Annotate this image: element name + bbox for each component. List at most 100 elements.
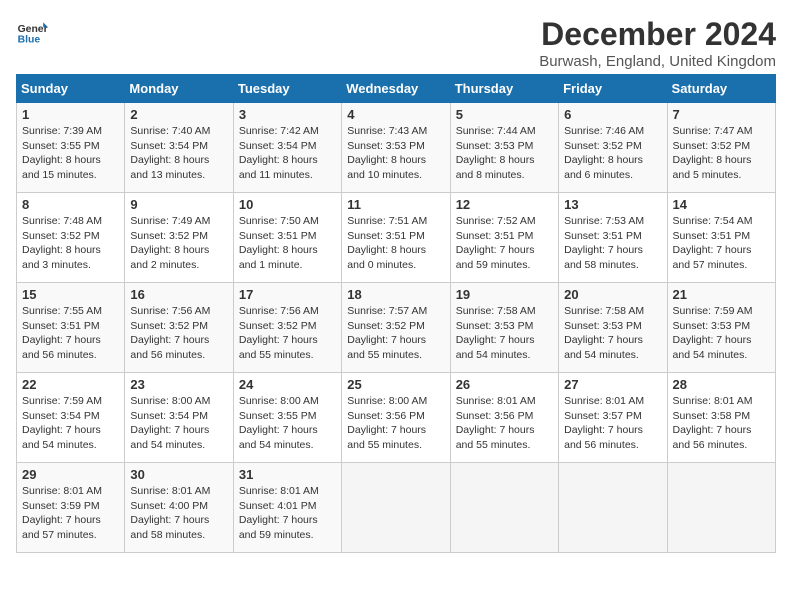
day-info: Sunrise: 7:54 AMSunset: 3:51 PMDaylight:… — [673, 214, 770, 273]
day-number: 23 — [130, 377, 227, 392]
col-friday: Friday — [559, 75, 667, 103]
col-tuesday: Tuesday — [233, 75, 341, 103]
svg-text:Blue: Blue — [18, 34, 41, 45]
day-number: 17 — [239, 287, 336, 302]
day-number: 24 — [239, 377, 336, 392]
day-number: 9 — [130, 197, 227, 212]
day-info: Sunrise: 8:01 AMSunset: 3:59 PMDaylight:… — [22, 484, 119, 543]
day-info: Sunrise: 7:48 AMSunset: 3:52 PMDaylight:… — [22, 214, 119, 273]
day-info: Sunrise: 7:55 AMSunset: 3:51 PMDaylight:… — [22, 304, 119, 363]
table-row: 9 Sunrise: 7:49 AMSunset: 3:52 PMDaylight… — [125, 193, 233, 283]
col-thursday: Thursday — [450, 75, 558, 103]
day-number: 19 — [456, 287, 553, 302]
day-info: Sunrise: 8:01 AMSunset: 3:56 PMDaylight:… — [456, 394, 553, 453]
table-row: 30 Sunrise: 8:01 AMSunset: 4:00 PMDayligh… — [125, 463, 233, 553]
day-number: 11 — [347, 197, 444, 212]
table-row: 28 Sunrise: 8:01 AMSunset: 3:58 PMDayligh… — [667, 373, 775, 463]
day-info: Sunrise: 7:39 AMSunset: 3:55 PMDaylight:… — [22, 124, 119, 183]
table-row: 11 Sunrise: 7:51 AMSunset: 3:51 PMDayligh… — [342, 193, 450, 283]
day-number: 31 — [239, 467, 336, 482]
day-info: Sunrise: 8:00 AMSunset: 3:56 PMDaylight:… — [347, 394, 444, 453]
col-saturday: Saturday — [667, 75, 775, 103]
day-info: Sunrise: 7:51 AMSunset: 3:51 PMDaylight:… — [347, 214, 444, 273]
table-row: 6Sunrise: 7:46 AMSunset: 3:52 PMDaylight… — [559, 103, 667, 193]
table-row: 19 Sunrise: 7:58 AMSunset: 3:53 PMDayligh… — [450, 283, 558, 373]
day-number: 7 — [673, 107, 770, 122]
day-number: 21 — [673, 287, 770, 302]
day-info: Sunrise: 7:42 AMSunset: 3:54 PMDaylight:… — [239, 124, 336, 183]
day-number: 12 — [456, 197, 553, 212]
day-info: Sunrise: 7:46 AMSunset: 3:52 PMDaylight:… — [564, 124, 661, 183]
table-row: 20Sunrise: 7:58 AMSunset: 3:53 PMDayligh… — [559, 283, 667, 373]
table-row: 27Sunrise: 8:01 AMSunset: 3:57 PMDayligh… — [559, 373, 667, 463]
day-number: 1 — [22, 107, 119, 122]
day-number: 16 — [130, 287, 227, 302]
table-row — [667, 463, 775, 553]
calendar-week-row: 15 Sunrise: 7:55 AMSunset: 3:51 PMDayligh… — [17, 283, 776, 373]
calendar-week-row: 8Sunrise: 7:48 AMSunset: 3:52 PMDaylight… — [17, 193, 776, 283]
day-info: Sunrise: 7:53 AMSunset: 3:51 PMDaylight:… — [564, 214, 661, 273]
col-wednesday: Wednesday — [342, 75, 450, 103]
day-number: 14 — [673, 197, 770, 212]
day-number: 5 — [456, 107, 553, 122]
day-number: 3 — [239, 107, 336, 122]
table-row — [559, 463, 667, 553]
day-info: Sunrise: 7:47 AMSunset: 3:52 PMDaylight:… — [673, 124, 770, 183]
table-row — [450, 463, 558, 553]
table-row: 1 Sunrise: 7:39 AMSunset: 3:55 PMDaylight… — [17, 103, 125, 193]
table-row: 10 Sunrise: 7:50 AMSunset: 3:51 PMDayligh… — [233, 193, 341, 283]
table-row: 25 Sunrise: 8:00 AMSunset: 3:56 PMDayligh… — [342, 373, 450, 463]
table-row: 26 Sunrise: 8:01 AMSunset: 3:56 PMDayligh… — [450, 373, 558, 463]
table-row: 4Sunrise: 7:43 AMSunset: 3:53 PMDaylight… — [342, 103, 450, 193]
page-header: General Blue December 2024 Burwash, Engl… — [16, 16, 776, 70]
table-row: 7 Sunrise: 7:47 AMSunset: 3:52 PMDaylight… — [667, 103, 775, 193]
day-number: 27 — [564, 377, 661, 392]
logo-icon: General Blue — [16, 16, 48, 48]
day-info: Sunrise: 8:01 AMSunset: 4:01 PMDaylight:… — [239, 484, 336, 543]
day-number: 26 — [456, 377, 553, 392]
table-row: 8Sunrise: 7:48 AMSunset: 3:52 PMDaylight… — [17, 193, 125, 283]
calendar-table: Sunday Monday Tuesday Wednesday Thursday… — [16, 74, 776, 553]
table-row: 5Sunrise: 7:44 AMSunset: 3:53 PMDaylight… — [450, 103, 558, 193]
calendar-week-row: 29Sunrise: 8:01 AMSunset: 3:59 PMDayligh… — [17, 463, 776, 553]
day-info: Sunrise: 7:50 AMSunset: 3:51 PMDaylight:… — [239, 214, 336, 273]
day-info: Sunrise: 7:43 AMSunset: 3:53 PMDaylight:… — [347, 124, 444, 183]
table-row — [342, 463, 450, 553]
table-row: 15 Sunrise: 7:55 AMSunset: 3:51 PMDayligh… — [17, 283, 125, 373]
table-row: 2Sunrise: 7:40 AMSunset: 3:54 PMDaylight… — [125, 103, 233, 193]
day-number: 10 — [239, 197, 336, 212]
table-row: 17 Sunrise: 7:56 AMSunset: 3:52 PMDayligh… — [233, 283, 341, 373]
day-number: 13 — [564, 197, 661, 212]
day-number: 25 — [347, 377, 444, 392]
day-number: 28 — [673, 377, 770, 392]
day-info: Sunrise: 7:59 AMSunset: 3:53 PMDaylight:… — [673, 304, 770, 363]
day-info: Sunrise: 7:49 AMSunset: 3:52 PMDaylight:… — [130, 214, 227, 273]
table-row: 16Sunrise: 7:56 AMSunset: 3:52 PMDayligh… — [125, 283, 233, 373]
calendar-subtitle: Burwash, England, United Kingdom — [539, 53, 776, 70]
table-row: 3 Sunrise: 7:42 AMSunset: 3:54 PMDaylight… — [233, 103, 341, 193]
day-info: Sunrise: 7:56 AMSunset: 3:52 PMDaylight:… — [239, 304, 336, 363]
calendar-week-row: 22Sunrise: 7:59 AMSunset: 3:54 PMDayligh… — [17, 373, 776, 463]
day-info: Sunrise: 7:58 AMSunset: 3:53 PMDaylight:… — [564, 304, 661, 363]
col-sunday: Sunday — [17, 75, 125, 103]
day-info: Sunrise: 7:57 AMSunset: 3:52 PMDaylight:… — [347, 304, 444, 363]
day-info: Sunrise: 8:00 AMSunset: 3:54 PMDaylight:… — [130, 394, 227, 453]
col-monday: Monday — [125, 75, 233, 103]
table-row: 31 Sunrise: 8:01 AMSunset: 4:01 PMDayligh… — [233, 463, 341, 553]
day-info: Sunrise: 7:58 AMSunset: 3:53 PMDaylight:… — [456, 304, 553, 363]
table-row: 29Sunrise: 8:01 AMSunset: 3:59 PMDayligh… — [17, 463, 125, 553]
day-number: 30 — [130, 467, 227, 482]
day-number: 18 — [347, 287, 444, 302]
day-info: Sunrise: 7:59 AMSunset: 3:54 PMDaylight:… — [22, 394, 119, 453]
table-row: 12 Sunrise: 7:52 AMSunset: 3:51 PMDayligh… — [450, 193, 558, 283]
table-row: 22Sunrise: 7:59 AMSunset: 3:54 PMDayligh… — [17, 373, 125, 463]
day-info: Sunrise: 8:01 AMSunset: 3:58 PMDaylight:… — [673, 394, 770, 453]
logo: General Blue — [16, 16, 48, 48]
day-info: Sunrise: 8:01 AMSunset: 4:00 PMDaylight:… — [130, 484, 227, 543]
table-row: 23 Sunrise: 8:00 AMSunset: 3:54 PMDayligh… — [125, 373, 233, 463]
table-row: 21 Sunrise: 7:59 AMSunset: 3:53 PMDayligh… — [667, 283, 775, 373]
day-info: Sunrise: 7:40 AMSunset: 3:54 PMDaylight:… — [130, 124, 227, 183]
day-info: Sunrise: 7:52 AMSunset: 3:51 PMDaylight:… — [456, 214, 553, 273]
day-number: 15 — [22, 287, 119, 302]
table-row: 14 Sunrise: 7:54 AMSunset: 3:51 PMDayligh… — [667, 193, 775, 283]
